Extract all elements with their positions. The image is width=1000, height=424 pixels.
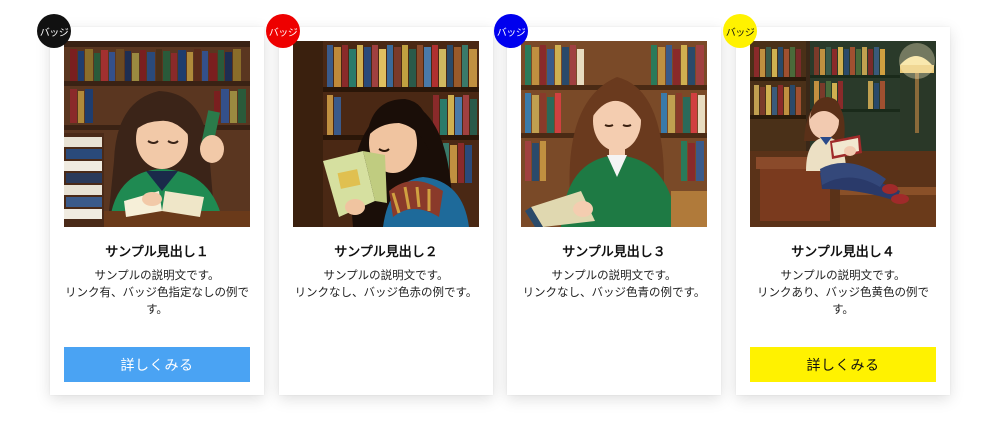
card-image <box>750 41 936 227</box>
card-3: バッジ サンプル見出し３ サンプルの説明文です。 リンクなし、バッジ色青の例です… <box>494 14 721 395</box>
details-button[interactable]: 詳しくみる <box>750 347 936 382</box>
card-title: サンプル見出し２ <box>334 245 438 260</box>
card-description-line: す。 <box>832 302 854 316</box>
card-list: バッジ サンプル見出し１ サンプルの説明文です。 リンク有、バッジ色指定なしの例… <box>0 0 1000 424</box>
card-description: サンプルの説明文です。 リンクなし、バッジ色青の例です。 <box>521 267 707 301</box>
card-description-line: サンプルの説明文です。 <box>780 268 906 282</box>
card-image <box>64 41 250 227</box>
badge: バッジ <box>37 14 71 48</box>
details-button[interactable]: 詳しくみる <box>64 347 250 382</box>
card-title: サンプル見出し３ <box>562 245 666 260</box>
card-description: サンプルの説明文です。 リンクあり、バッジ色黄色の例で す。 <box>750 267 936 318</box>
card-description-line: す。 <box>146 302 168 316</box>
card-description-line: リンクなし、バッジ色赤の例です。 <box>294 285 478 299</box>
card-description: サンプルの説明文です。 リンク有、バッジ色指定なしの例で す。 <box>64 267 250 318</box>
card-description-line: サンプルの説明文です。 <box>551 268 677 282</box>
card-image <box>293 41 479 227</box>
card-description-line: サンプルの説明文です。 <box>94 268 220 282</box>
card-title: サンプル見出し１ <box>105 245 209 260</box>
card-description-line: サンプルの説明文です。 <box>323 268 449 282</box>
card-description-line: リンクあり、バッジ色黄色の例で <box>756 285 930 299</box>
badge: バッジ <box>494 14 528 48</box>
badge: バッジ <box>723 14 757 48</box>
card-description-line: リンクなし、バッジ色青の例です。 <box>522 285 706 299</box>
card-description: サンプルの説明文です。 リンクなし、バッジ色赤の例です。 <box>293 267 479 301</box>
card-2: バッジ サンプル見出し２ サンプルの説明文です。 リンクなし、バッジ色赤の例です… <box>266 14 493 395</box>
card-1[interactable]: バッジ サンプル見出し１ サンプルの説明文です。 リンク有、バッジ色指定なしの例… <box>37 14 264 395</box>
card-description-line: リンク有、バッジ色指定なしの例で <box>65 285 249 299</box>
badge: バッジ <box>266 14 300 48</box>
card-4[interactable]: バッジ サンプル見出し４ サンプルの説明文です。 リンクあり、バッジ色黄色の例で… <box>723 14 950 395</box>
card-image <box>521 41 707 227</box>
card-title: サンプル見出し４ <box>791 245 895 260</box>
